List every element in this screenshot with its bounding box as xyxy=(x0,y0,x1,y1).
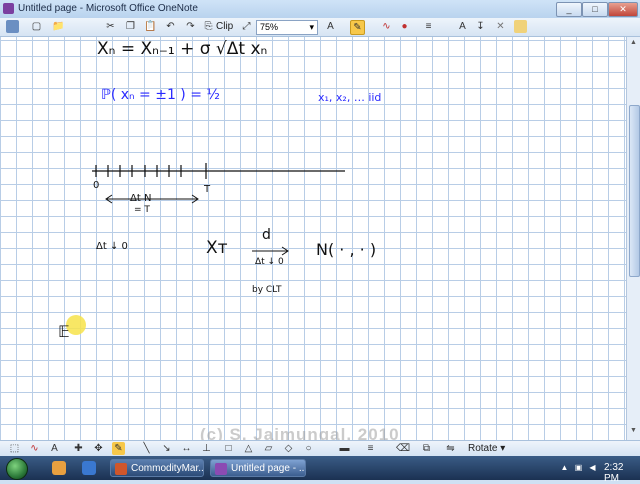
ink-d-label[interactable]: d xyxy=(262,227,271,243)
clip-icon[interactable]: ⎘ xyxy=(202,20,215,33)
flip-icon[interactable]: ⇋ xyxy=(444,442,457,455)
parallelogram-icon[interactable]: ▱ xyxy=(262,442,275,455)
diamond-icon[interactable]: ◇ xyxy=(282,442,295,455)
chevron-down-icon: ▾ xyxy=(309,22,314,32)
select-icon[interactable]: ⬚ xyxy=(8,442,21,455)
onenote-app-icon[interactable] xyxy=(3,3,14,14)
maximize-button[interactable]: □ xyxy=(582,2,608,17)
rotate-button[interactable]: Rotate ▾ xyxy=(468,443,505,454)
text-icon[interactable]: A xyxy=(456,20,469,33)
start-button[interactable] xyxy=(6,458,28,480)
ink-iid-note[interactable]: x₁, x₂, … iid xyxy=(318,91,381,104)
line-weight-icon[interactable]: ≡ xyxy=(364,442,377,455)
pan-icon[interactable]: ✥ xyxy=(92,442,105,455)
close-button[interactable]: ✕ xyxy=(608,2,638,17)
task-label: Untitled page - ... xyxy=(231,463,306,474)
ink-equals-T[interactable]: = T xyxy=(134,205,150,215)
paste-icon[interactable]: 📋 xyxy=(144,20,157,33)
note-canvas[interactable]: Xₙ = Xₙ₋₁ + σ √Δt xₙ ℙ( xₙ = ±1 ) = ½ x₁… xyxy=(0,37,626,440)
minimize-button[interactable]: _ xyxy=(556,2,582,17)
drawing-toolbar: ⬚ ∿ A ✚ ✥ ✎ ╲ ↘ ↔ ⊥ □ △ ▱ ◇ ○ ▬ ≡ ⌫ ⧉ ⇋ … xyxy=(0,440,640,457)
zoom-select[interactable]: 75% ▾ xyxy=(256,20,318,35)
toolbar: ▢ 📁 ✂ ❐ 📋 ↶ ↷ ⎘ Clip ⤢ 75% ▾ A ✎ ∿ ● ≡ A … xyxy=(0,18,640,37)
shape-icon[interactable]: ✚ xyxy=(72,442,85,455)
network-icon[interactable]: ▣ xyxy=(574,463,583,472)
open-icon[interactable]: 📁 xyxy=(52,20,65,33)
task-label: CommodityMar... xyxy=(131,463,204,474)
ink-X-T[interactable]: Xᴛ xyxy=(206,238,228,258)
onenote-icon xyxy=(215,463,227,475)
lasso-select-icon[interactable]: ∿ xyxy=(28,442,41,455)
volume-icon[interactable]: ◀ xyxy=(588,463,597,472)
internet-explorer-icon[interactable] xyxy=(82,461,96,475)
tray-arrow-icon[interactable]: ▲ xyxy=(560,463,569,472)
circle-icon[interactable]: ○ xyxy=(302,442,315,455)
line-width-icon[interactable]: ≡ xyxy=(422,20,435,33)
text-style-icon[interactable]: A xyxy=(324,20,337,33)
text-select-icon[interactable]: A xyxy=(48,442,61,455)
line-icon[interactable]: ╲ xyxy=(140,442,153,455)
arrange-icon[interactable]: ⧉ xyxy=(420,442,433,455)
zoom-value: 75% xyxy=(260,22,279,32)
pen-icon[interactable]: ✎ xyxy=(350,20,365,35)
undo-icon[interactable]: ↶ xyxy=(164,20,177,33)
ink-equation-random-walk[interactable]: Xₙ = Xₙ₋₁ + σ √Δt xₙ xyxy=(97,39,267,59)
copy-icon[interactable]: ❐ xyxy=(124,20,137,33)
ink-expectation[interactable]: 𝔼 xyxy=(58,322,70,341)
ink-by-clt[interactable]: by CLT xyxy=(252,285,281,295)
line-color-icon[interactable]: ▬ xyxy=(338,442,351,455)
media-player-icon[interactable] xyxy=(52,461,66,475)
rectangle-icon[interactable]: □ xyxy=(222,442,235,455)
ink-layer xyxy=(66,163,345,335)
chevron-down-icon: ▾ xyxy=(500,443,506,454)
ink-equation-probability[interactable]: ℙ( xₙ = ±1 ) = ½ xyxy=(101,87,220,103)
ink-dt-n[interactable]: Δt N xyxy=(130,193,151,204)
triangle-icon[interactable]: △ xyxy=(242,442,255,455)
scroll-up-icon[interactable]: ▲ xyxy=(629,39,638,48)
rotate-label: Rotate xyxy=(468,443,498,454)
ink-label-zero[interactable]: 0 xyxy=(93,180,99,191)
eraser-tool-icon[interactable]: ⌫ xyxy=(396,442,410,455)
lasso-icon[interactable]: ∿ xyxy=(380,20,393,33)
ink-label-T[interactable]: T xyxy=(204,184,210,195)
task-button-powerpoint[interactable]: CommodityMar... xyxy=(110,459,204,477)
axes-icon[interactable]: ⊥ xyxy=(200,442,213,455)
ink-dt-to-zero-2[interactable]: Δt ↓ 0 xyxy=(255,257,284,267)
title-bar: Untitled page - Microsoft Office OneNote… xyxy=(0,0,640,19)
new-icon[interactable]: ▢ xyxy=(30,20,43,33)
eraser-icon[interactable]: ✕ xyxy=(494,20,507,33)
arrow-icon[interactable]: ↘ xyxy=(160,442,173,455)
close-toolbar-icon[interactable] xyxy=(514,20,527,33)
redo-icon[interactable]: ↷ xyxy=(184,20,197,33)
ink-normal-distribution[interactable]: N( · , · ) xyxy=(316,240,376,259)
taskbar: CommodityMar... Untitled page - ... ▲ ▣ … xyxy=(0,456,640,484)
ink-dt-to-zero[interactable]: Δt ↓ 0 xyxy=(96,241,128,252)
insert-space-icon[interactable]: ↧ xyxy=(474,20,487,33)
clip-label[interactable]: Clip xyxy=(216,21,233,32)
pen-tool-icon[interactable]: ✎ xyxy=(112,442,125,455)
scroll-down-icon[interactable]: ▼ xyxy=(629,427,638,436)
window-title: Untitled page - Microsoft Office OneNote xyxy=(18,3,198,14)
vertical-scrollbar[interactable]: ▲ ▼ xyxy=(626,37,640,440)
cut-icon[interactable]: ✂ xyxy=(104,20,117,33)
full-page-icon[interactable]: ⤢ xyxy=(240,20,253,33)
task-button-onenote[interactable]: Untitled page - ... xyxy=(210,459,306,477)
color-icon[interactable]: ● xyxy=(398,20,411,33)
scroll-thumb[interactable] xyxy=(629,105,640,277)
powerpoint-icon xyxy=(115,463,127,475)
menu-icon[interactable] xyxy=(6,20,19,33)
clock[interactable]: 2:32 PM xyxy=(604,462,640,484)
double-arrow-icon[interactable]: ↔ xyxy=(180,442,193,455)
